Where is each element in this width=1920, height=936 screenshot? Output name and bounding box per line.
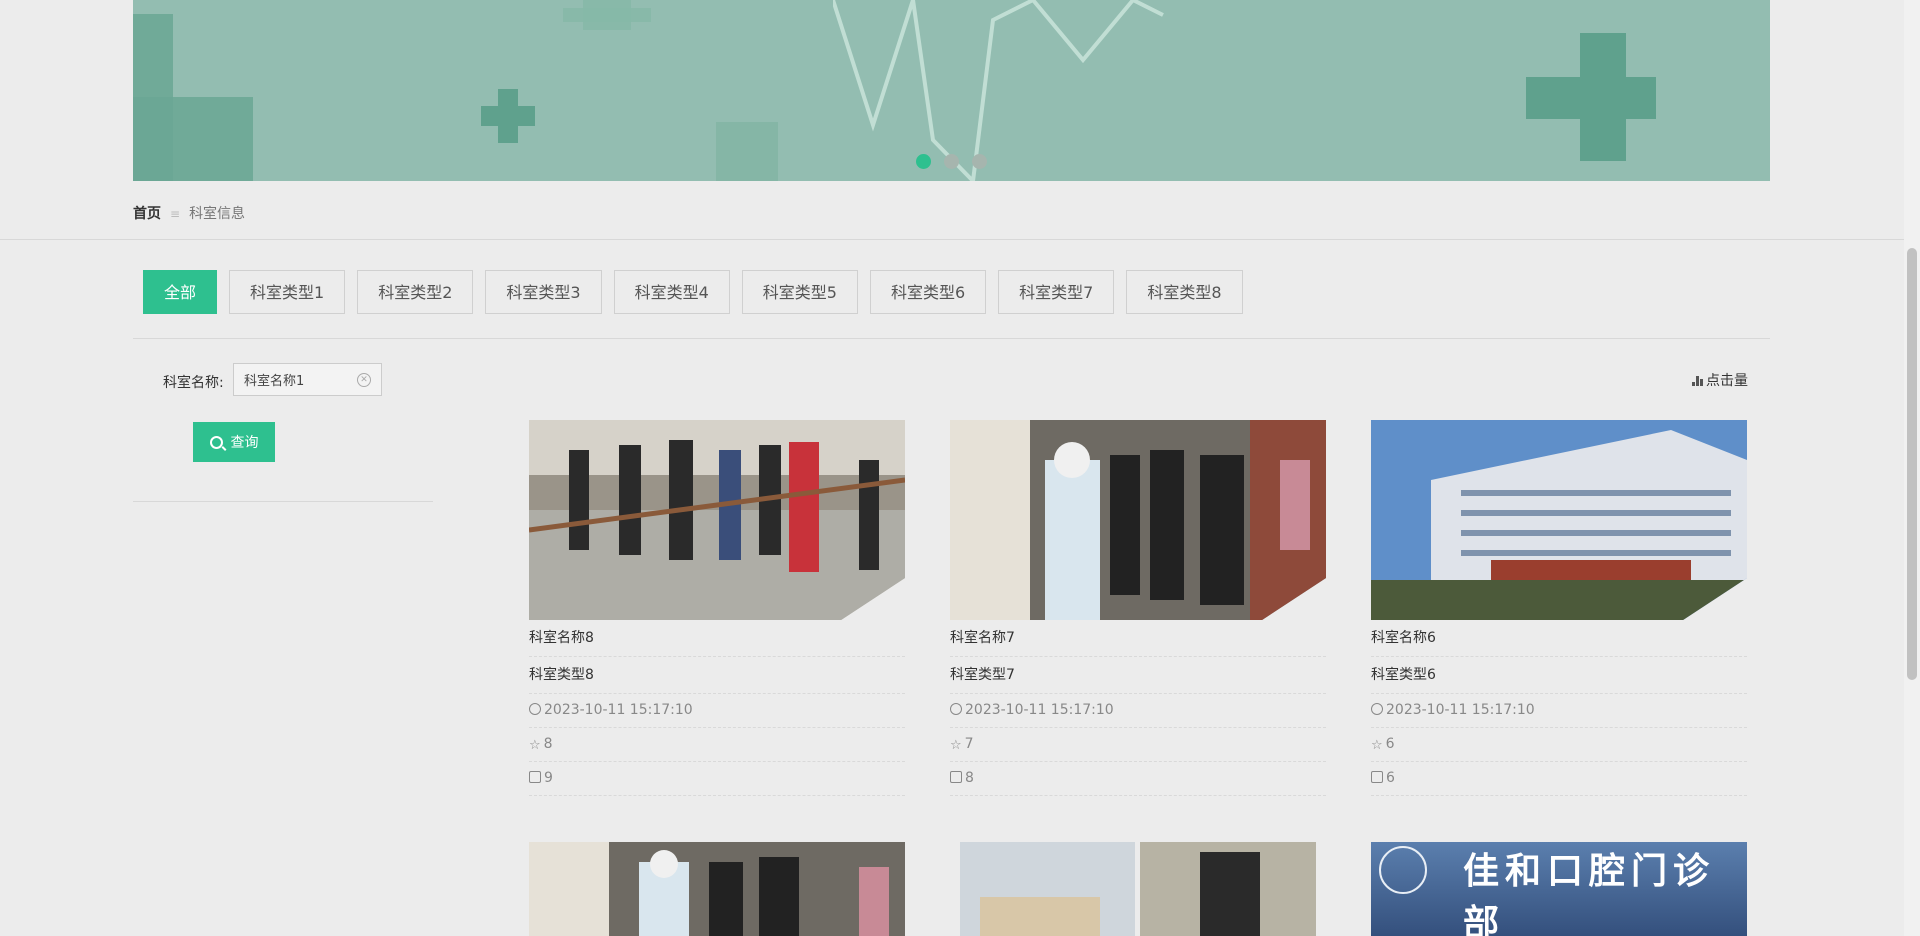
search-input[interactable] [234,364,364,395]
card-time-text: 2023-10-11 15:17:10 [1386,702,1535,718]
card-time: 2023-10-11 15:17:10 [950,694,1326,728]
carousel-dot-3[interactable] [972,154,988,169]
category-tabs: 全部 科室类型1 科室类型2 科室类型3 科室类型4 科室类型5 科室类型6 科… [143,270,1255,314]
card-name: 科室名称8 [529,620,905,657]
card-likes-count: 6 [1385,736,1395,752]
card-likes: ☆ 8 [529,728,905,762]
department-card[interactable]: 佳和口腔门诊部 [1371,842,1747,936]
card-time: 2023-10-11 15:17:10 [1371,694,1747,728]
photo-crowd-image [529,420,905,620]
department-card[interactable]: 科室名称6 科室类型6 2023-10-11 15:17:10 ☆ 6 6 [1371,420,1747,796]
sort-label: 点击量 [1706,373,1748,389]
search-icon [209,435,223,449]
card-image[interactable] [529,420,905,620]
page-scrollbar[interactable] [1904,0,1920,936]
scrollbar-thumb[interactable] [1907,248,1917,680]
card-type: 科室类型6 [1371,657,1747,694]
clock-icon [1371,703,1383,715]
card-likes: ☆ 7 [950,728,1326,762]
tab-all[interactable]: 全部 [143,270,218,314]
breadcrumb: 首页 ≡ 科室信息 [133,203,245,223]
photo-nurse-image [950,420,1326,620]
card-type: 科室类型7 [950,657,1326,694]
card-name: 科室名称7 [950,620,1326,657]
card-name: 科室名称6 [1371,620,1747,657]
clock-icon [529,703,541,715]
photo-clinic-desk-image [950,842,1326,936]
carousel-dots [133,154,1770,173]
card-image[interactable] [1371,420,1747,620]
card-image[interactable] [950,842,1326,936]
banner-plus [481,106,535,126]
card-time-text: 2023-10-11 15:17:10 [965,702,1114,718]
search-button-label: 查询 [230,434,259,450]
banner-shape [563,8,651,22]
card-time: 2023-10-11 15:17:10 [529,694,905,728]
star-icon: ☆ [1371,738,1383,753]
department-card[interactable]: 科室名称7 科室类型7 2023-10-11 15:17:10 ☆ 7 8 [950,420,1326,796]
comment-icon [950,771,962,783]
bar-chart-icon [1692,376,1703,386]
card-time-text: 2023-10-11 15:17:10 [544,702,693,718]
tab-type-6[interactable]: 科室类型6 [869,270,987,314]
carousel-dot-2[interactable] [944,154,959,169]
breadcrumb-current: 科室信息 [189,206,246,222]
clinic-sign-text: 佳和口腔门诊部 [1463,850,1716,936]
tab-type-2[interactable]: 科室类型2 [357,270,474,314]
card-comments-count: 8 [965,770,974,786]
department-card[interactable]: 科室名称8 科室类型8 2023-10-11 15:17:10 ☆ 8 9 [529,420,905,796]
breadcrumb-separator: ≡ [170,207,181,221]
card-image[interactable] [950,420,1326,620]
card-likes-count: 7 [964,736,974,752]
card-comments: 8 [950,762,1326,796]
search-label: 科室名称: [163,375,224,391]
comment-icon [529,771,541,783]
photo-nurse-image [529,842,905,936]
card-likes: ☆ 6 [1371,728,1747,762]
carousel-dot-1[interactable] [915,154,931,169]
banner-carousel [133,0,1770,181]
search-button[interactable]: 查询 [193,422,275,462]
card-comments-count: 6 [1386,770,1395,786]
comment-icon [1371,771,1383,783]
search-field: ✕ [233,363,382,396]
clock-icon [950,703,962,715]
divider [0,239,1904,240]
card-comments: 9 [529,762,905,796]
tab-type-5[interactable]: 科室类型5 [741,270,858,314]
card-comments-count: 9 [544,770,553,786]
divider [133,501,433,502]
card-image[interactable]: 佳和口腔门诊部 [1371,842,1747,936]
star-icon: ☆ [529,738,541,753]
card-comments: 6 [1371,762,1747,796]
divider [133,338,1770,339]
clear-icon[interactable]: ✕ [357,373,371,387]
photo-hospital-building-image [1371,420,1747,620]
star-icon: ☆ [950,738,962,753]
card-image[interactable] [529,842,905,936]
department-card[interactable] [529,842,905,936]
tab-type-7[interactable]: 科室类型7 [998,270,1115,314]
tab-type-1[interactable]: 科室类型1 [229,270,346,314]
tab-type-8[interactable]: 科室类型8 [1126,270,1243,314]
tab-type-4[interactable]: 科室类型4 [613,270,730,314]
department-card[interactable] [950,842,1326,936]
card-type: 科室类型8 [529,657,905,694]
banner-plus [1526,77,1656,119]
tab-type-3[interactable]: 科室类型3 [485,270,602,314]
card-likes-count: 8 [543,736,553,752]
sort-by-clicks[interactable]: 点击量 [1692,370,1748,390]
clinic-logo-icon [1379,846,1427,894]
breadcrumb-home[interactable]: 首页 [133,206,161,222]
